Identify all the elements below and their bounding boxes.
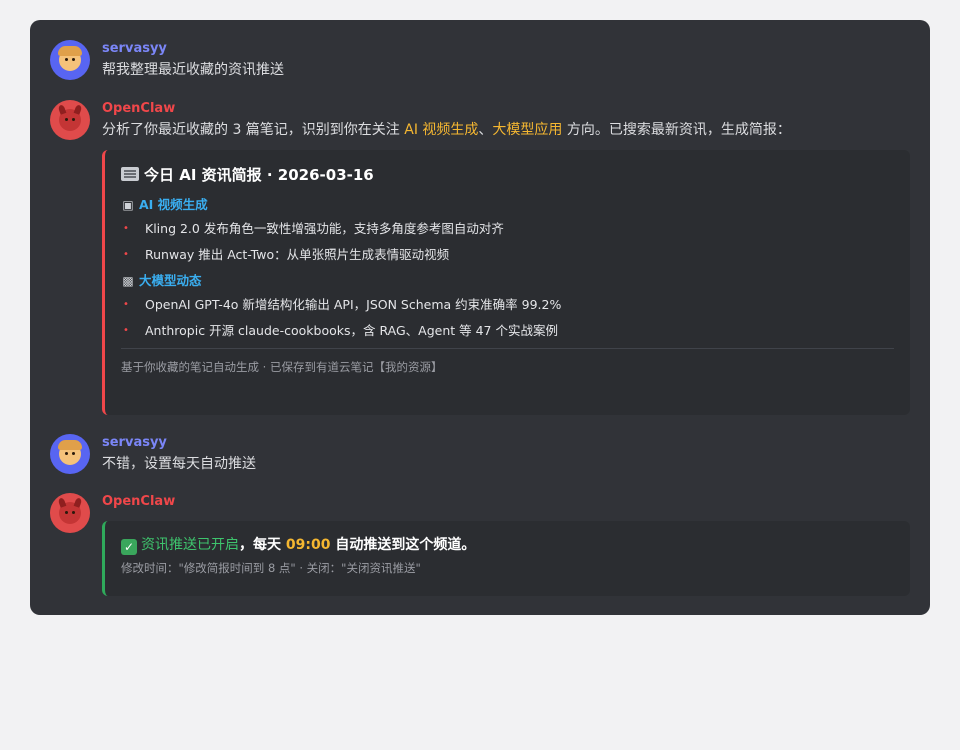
- message-text: 不错，设置每天自动推送: [102, 456, 256, 472]
- message-text: 帮我整理最近收藏的资讯推送: [102, 62, 284, 78]
- section-heading: ▣ AI 视频生成: [121, 196, 894, 214]
- push-status-card: ✓ 资讯推送已开启，每天 09:00 自动推送到这个频道。 修改时间："修改简报时…: [102, 521, 910, 596]
- chat-panel: servasyy 帮我整理最近收藏的资讯推送 OpenClaw 分析了你最近收藏…: [30, 20, 930, 615]
- news-list: • Kling 2.0 发布角色一致性增强功能，支持多角度参考图自动对齐 • Run…: [121, 220, 894, 264]
- card-title: 今日 AI 资讯简报 · 2026-03-16: [121, 164, 894, 186]
- person-avatar-icon[interactable]: [50, 434, 90, 474]
- list-item: • OpenAI GPT-4o 新增结构化输出 API，JSON Schema 约…: [121, 296, 894, 314]
- message-text: 分析了你最近收藏的 3 篇笔记，识别到你在关注 AI 视频生成、大模型应用 方向…: [102, 120, 910, 140]
- list-item-text: OpenAI GPT-4o 新增结构化输出 API，JSON Schema 约束…: [145, 297, 562, 312]
- robot-icon: ▩: [122, 274, 134, 288]
- news-list: • OpenAI GPT-4o 新增结构化输出 API，JSON Schema 约…: [121, 296, 894, 340]
- devil-avatar-icon[interactable]: [50, 493, 90, 533]
- text-segment: 方向。已搜索最新资讯，生成简报：: [562, 122, 791, 138]
- list-item-text: Runway 推出 Act-Two：从单张照片生成表情驱动视频: [145, 247, 450, 262]
- list-item: • Kling 2.0 发布角色一致性增强功能，支持多角度参考图自动对齐: [121, 220, 894, 238]
- bullet-icon: •: [123, 325, 129, 336]
- message-bot-1: OpenClaw 分析了你最近收藏的 3 篇笔记，识别到你在关注 AI 视频生成…: [50, 100, 910, 415]
- message-user-1: servasyy 帮我整理最近收藏的资讯推送: [50, 40, 910, 80]
- message-bot-2: OpenClaw ✓ 资讯推送已开启，每天 09:00 自动推送到这个频道。 修改…: [50, 493, 910, 596]
- status-line: ✓ 资讯推送已开启，每天 09:00 自动推送到这个频道。: [121, 534, 894, 556]
- devil-avatar-icon[interactable]: [50, 100, 90, 140]
- check-mark-icon: ✓: [121, 539, 137, 555]
- highlight-topic: 大模型应用: [492, 122, 563, 138]
- author-name[interactable]: OpenClaw: [102, 100, 910, 118]
- bullet-icon: •: [123, 249, 129, 260]
- news-brief-card: 今日 AI 资讯简报 · 2026-03-16 ▣ AI 视频生成 • Kling …: [102, 150, 910, 415]
- card-footnote: 基于你收藏的笔记自动生成 · 已保存到有道云笔记【我的资源】: [121, 360, 443, 374]
- section-heading-text: AI 视频生成: [139, 197, 208, 212]
- clapperboard-icon: ▣: [122, 198, 134, 212]
- list-item: • Runway 推出 Act-Two：从单张照片生成表情驱动视频: [121, 246, 894, 264]
- push-time: 09:00: [285, 537, 331, 553]
- person-avatar-icon[interactable]: [50, 40, 90, 80]
- list-item: • Anthropic 开源 claude-cookbooks，含 RAG、Age…: [121, 322, 894, 340]
- section-heading-text: 大模型动态: [139, 273, 202, 288]
- message-user-2: servasyy 不错，设置每天自动推送: [50, 434, 910, 474]
- status-text: 资讯推送已开启: [141, 537, 239, 553]
- section-heading: ▩ 大模型动态: [121, 272, 894, 290]
- divider: [121, 348, 894, 349]
- card-title-text: 今日 AI 资讯简报 · 2026-03-16: [144, 166, 374, 184]
- author-name[interactable]: OpenClaw: [102, 493, 910, 511]
- text-segment: 分析了你最近收藏的 3 篇笔记，识别到你在关注: [102, 122, 405, 138]
- text-segment: 、: [478, 122, 493, 138]
- highlight-topic: AI 视频生成: [404, 122, 479, 138]
- list-item-text: Kling 2.0 发布角色一致性增强功能，支持多角度参考图自动对齐: [145, 221, 504, 236]
- author-name[interactable]: servasyy: [102, 434, 910, 452]
- bullet-icon: •: [123, 299, 129, 310]
- text-segment: ，每天: [239, 537, 286, 553]
- author-name[interactable]: servasyy: [102, 40, 910, 58]
- text-segment: 自动推送到这个频道。: [330, 537, 476, 553]
- bullet-icon: •: [123, 223, 129, 234]
- list-item-text: Anthropic 开源 claude-cookbooks，含 RAG、Agen…: [145, 323, 558, 338]
- command-hint: 修改时间："修改简报时间到 8 点" · 关闭："关闭资讯推送": [121, 561, 421, 575]
- newspaper-icon: [121, 167, 139, 181]
